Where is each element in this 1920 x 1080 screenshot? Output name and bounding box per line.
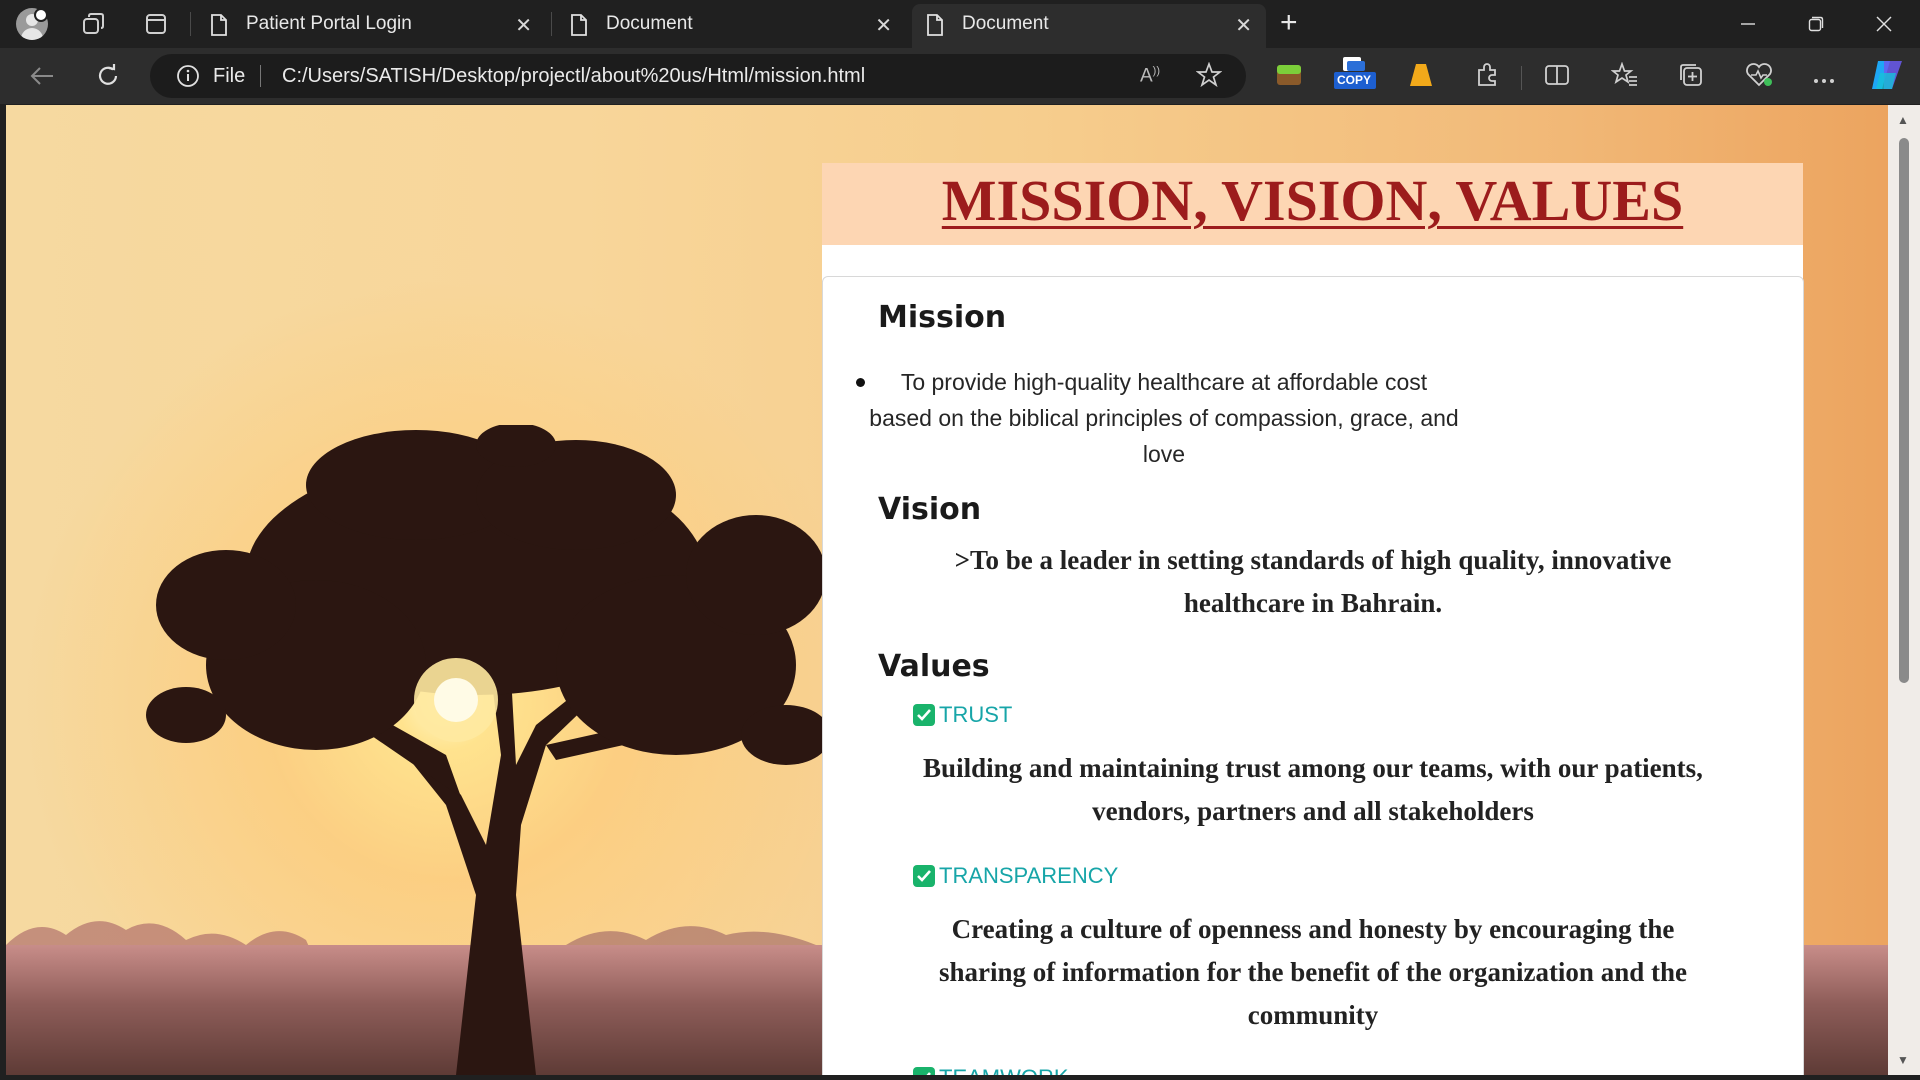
value-item-teamwork: TEAMWORK: [913, 1065, 1069, 1075]
favorites-icon[interactable]: [1610, 61, 1639, 93]
value-description: Building and maintaining trust among our…: [923, 753, 1703, 826]
document-icon: [570, 14, 588, 42]
value-label: TRUST: [939, 702, 1013, 727]
scroll-up-arrow-icon[interactable]: ▲: [1897, 113, 1909, 127]
vertical-scrollbar[interactable]: ▲ ▼: [1888, 105, 1920, 1075]
checkbox-icon: [913, 1067, 935, 1075]
favorite-star-icon[interactable]: [1195, 61, 1223, 94]
oak-tree-silhouette: [146, 425, 831, 1075]
tab-document[interactable]: Document ✕: [556, 4, 906, 44]
extension-grass-icon[interactable]: [1276, 62, 1302, 93]
scroll-down-arrow-icon[interactable]: ▼: [1897, 1053, 1909, 1067]
extension-orange-icon[interactable]: [1408, 62, 1434, 93]
scrollbar-thumb[interactable]: [1899, 138, 1909, 683]
value-description: Creating a culture of openness and hones…: [939, 914, 1687, 1030]
split-screen-icon[interactable]: [1544, 62, 1570, 93]
document-icon: [926, 14, 944, 42]
vision-heading: Vision: [878, 492, 982, 527]
copy-label: COPY: [1337, 73, 1372, 87]
vision-text: >To be a leader in setting standards of …: [954, 545, 1672, 618]
close-tab-icon[interactable]: ✕: [1235, 13, 1252, 38]
vertical-tabs-icon[interactable]: [138, 6, 174, 42]
tab-title: Patient Portal Login: [246, 13, 412, 34]
scheme-label: File: [213, 65, 246, 87]
address-toolbar: File C:/Users/SATISH/Desktop/projectl/ab…: [0, 48, 1920, 104]
close-window-button[interactable]: [1864, 8, 1904, 40]
close-tab-icon[interactable]: ✕: [515, 13, 532, 38]
profile-status-dot: [34, 8, 48, 22]
values-heading: Values: [878, 649, 990, 684]
page-title: MISSION, VISION, VALUES: [941, 168, 1684, 233]
new-tab-button[interactable]: +: [1280, 6, 1298, 40]
minimize-button[interactable]: [1728, 8, 1768, 40]
restore-button[interactable]: [1796, 8, 1836, 40]
checkbox-icon: [913, 865, 935, 887]
copilot-icon[interactable]: [1870, 59, 1904, 96]
page-viewport: MISSION, VISION, VALUES Mission To provi…: [6, 105, 1888, 1075]
checkbox-icon: [913, 704, 935, 726]
tab-title: Document: [962, 13, 1049, 34]
copy-extension-icon[interactable]: COPY: [1333, 56, 1377, 95]
mission-text: To provide high-quality healthcare at af…: [869, 369, 1459, 467]
close-tab-icon[interactable]: ✕: [875, 13, 892, 38]
browser-essentials-icon[interactable]: [1745, 62, 1773, 93]
profile-avatar[interactable]: [14, 6, 50, 42]
bullet-icon: [856, 378, 865, 387]
address-divider: [260, 65, 261, 87]
value-label: TEAMWORK: [939, 1065, 1069, 1075]
value-item-transparency: TRANSPARENCY: [913, 863, 1118, 889]
tab-patient-portal-login[interactable]: Patient Portal Login ✕: [196, 4, 546, 44]
value-label: TRANSPARENCY: [939, 863, 1119, 888]
document-icon: [210, 14, 228, 42]
toolbar-separator: [1521, 66, 1522, 90]
site-info-icon[interactable]: [176, 64, 200, 94]
tab-separator: [551, 12, 552, 36]
tab-separator: [190, 12, 191, 36]
read-aloud-icon[interactable]: A)): [1140, 65, 1160, 87]
collections-icon[interactable]: [1678, 62, 1704, 93]
workspaces-icon[interactable]: [76, 6, 112, 42]
tab-title: Document: [606, 13, 693, 34]
extensions-puzzle-icon[interactable]: [1474, 62, 1500, 93]
back-button[interactable]: [24, 58, 60, 94]
refresh-button[interactable]: [90, 58, 126, 94]
content-card: Mission To provide high-quality healthca…: [822, 276, 1804, 1075]
title-banner: MISSION, VISION, VALUES: [822, 163, 1803, 245]
tab-strip: Patient Portal Login ✕ Document ✕ Docume…: [0, 0, 1920, 48]
address-bar[interactable]: File C:/Users/SATISH/Desktop/projectl/ab…: [150, 54, 1246, 98]
more-options-icon[interactable]: [1812, 72, 1836, 90]
value-item-trust: TRUST: [913, 702, 1012, 728]
tab-document-active[interactable]: Document ✕: [912, 4, 1266, 48]
mission-heading: Mission: [878, 300, 1007, 335]
url-text[interactable]: C:/Users/SATISH/Desktop/projectl/about%2…: [282, 65, 865, 88]
